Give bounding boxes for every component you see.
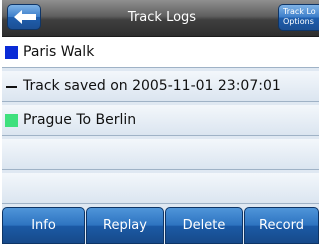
options-button-label: Track Lo Options: [283, 7, 316, 26]
track-name: Prague To Berlin: [23, 112, 137, 128]
record-button[interactable]: Record: [244, 207, 319, 244]
bottom-toolbar: Info Replay Delete Record: [2, 207, 319, 244]
track-row-prague-to-berlin[interactable]: Prague To Berlin: [2, 105, 319, 136]
delete-button[interactable]: Delete: [165, 207, 243, 244]
track-name: Paris Walk: [23, 44, 95, 60]
track-color-swatch: [5, 46, 18, 59]
page-title: Track Logs: [127, 10, 197, 25]
track-color-swatch: [5, 114, 18, 127]
track-name: Track saved on 2005-11-01 23:07:01: [23, 78, 281, 94]
track-row-empty: [2, 139, 319, 170]
back-button[interactable]: [7, 4, 41, 30]
title-bar: Track Logs Track Lo Options: [2, 0, 319, 37]
track-row-paris-walk[interactable]: Paris Walk: [2, 37, 319, 68]
track-row-saved-track[interactable]: Track saved on 2005-11-01 23:07:01: [2, 71, 319, 102]
info-button[interactable]: Info: [2, 207, 85, 244]
track-logs-screen: Track Logs Track Lo Options Paris Walk T…: [2, 0, 319, 244]
track-line-marker: [6, 86, 17, 88]
track-row-empty: [2, 173, 319, 204]
replay-button[interactable]: Replay: [86, 207, 164, 244]
track-list: Paris Walk Track saved on 2005-11-01 23:…: [2, 37, 319, 207]
track-log-options-button[interactable]: Track Lo Options: [278, 4, 319, 31]
arrow-left-icon: [14, 10, 36, 24]
